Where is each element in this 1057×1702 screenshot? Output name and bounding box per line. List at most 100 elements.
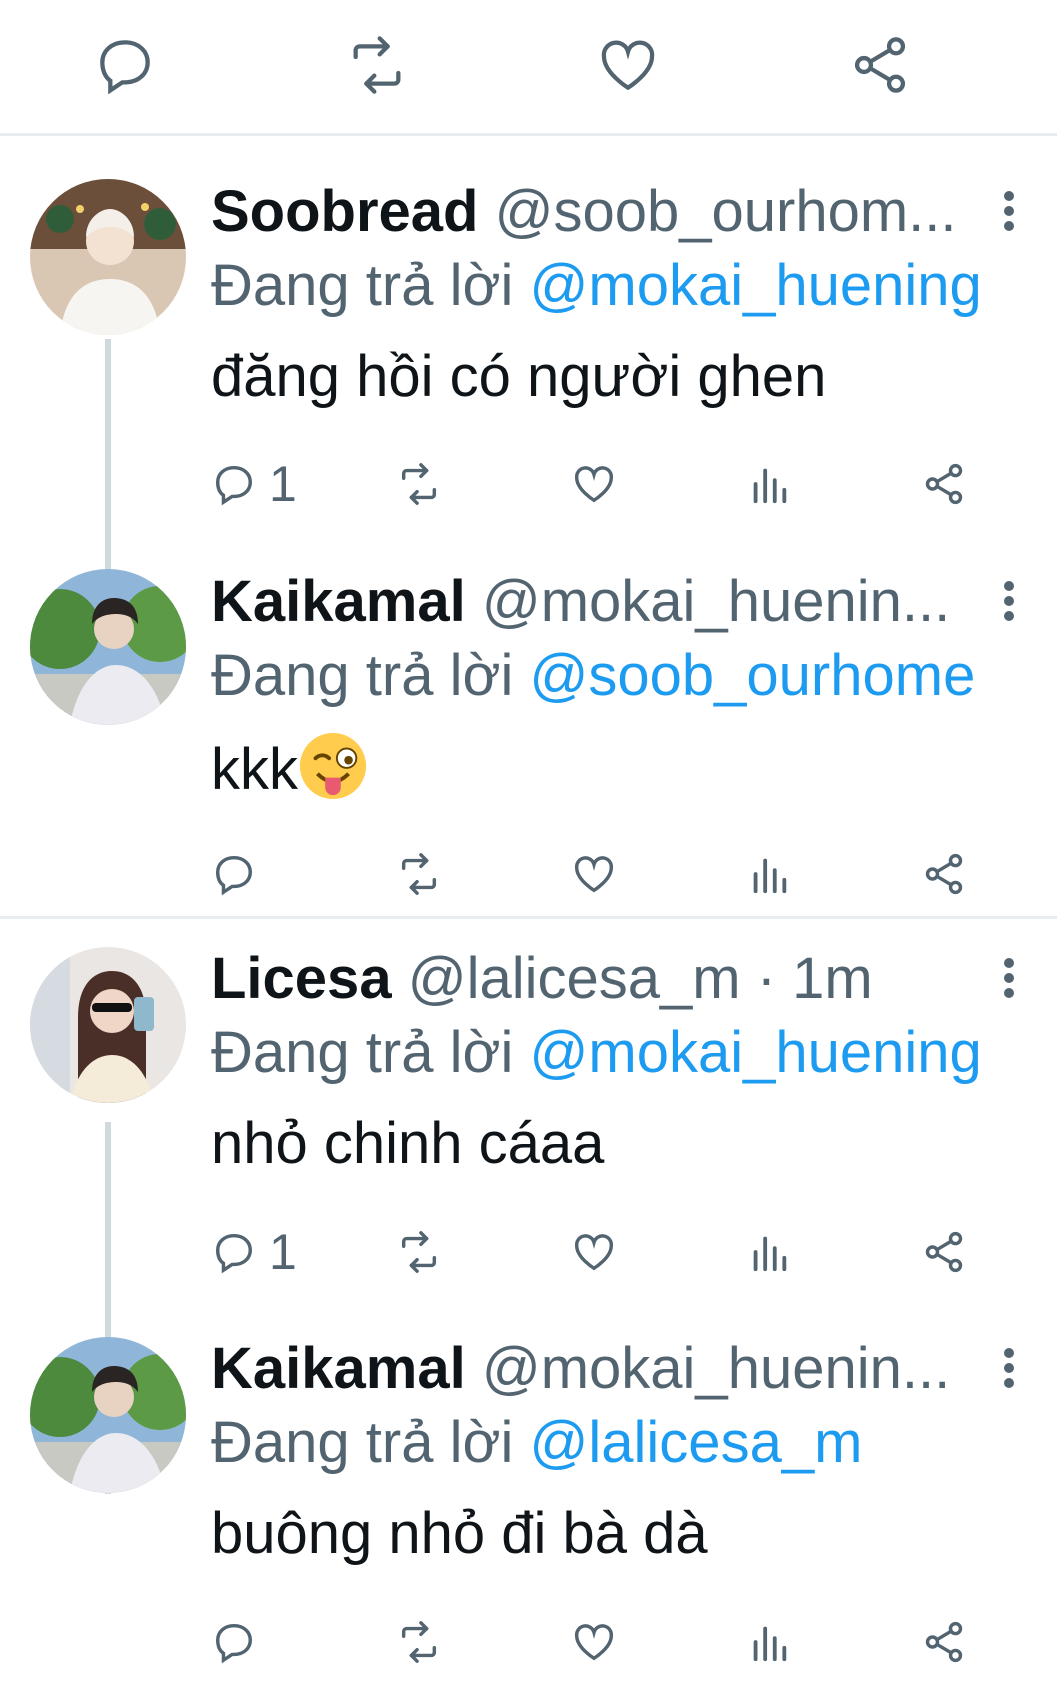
avatar[interactable] [30, 179, 186, 335]
more-options-button[interactable] [999, 958, 1019, 1006]
share-icon [925, 1621, 963, 1663]
reply-button[interactable]: 1 [211, 1222, 297, 1282]
more-dot-icon [1004, 958, 1014, 968]
mention-link[interactable]: @mokai_huening [530, 1020, 982, 1085]
user-handle[interactable]: @lalicesa_m · 1m [408, 946, 873, 1011]
tweet-actions: 1 [211, 1222, 1011, 1282]
like-button[interactable] [571, 1222, 617, 1282]
replying-to: Đang trả lời @mokai_huening [211, 251, 982, 321]
tweet-text: đăng hồi có người ghen [211, 344, 827, 409]
tweet-header: Kaikamal @mokai_huenin... [211, 567, 967, 637]
reply-thread: Soobread @soob_ourhom... Đang trả lời @m… [0, 139, 1057, 919]
retweet-icon [401, 463, 437, 505]
user-handle[interactable]: @mokai_huenin... [482, 569, 950, 634]
user-handle[interactable]: @soob_ourhom... [495, 179, 957, 244]
heart-icon [575, 466, 613, 503]
reply-icon [100, 40, 150, 95]
views-button[interactable] [746, 844, 792, 904]
replying-to-label: Đang trả lời [211, 643, 514, 708]
reply-count: 1 [269, 456, 297, 512]
views-button[interactable] [746, 1612, 792, 1672]
like-button[interactable] [571, 454, 617, 514]
analytics-icon [753, 1236, 787, 1272]
avatar[interactable] [30, 569, 186, 725]
avatar[interactable] [30, 947, 186, 1103]
mention-link[interactable]: @mokai_huening [530, 253, 982, 318]
replying-to: Đang trả lời @lalicesa_m [211, 1408, 862, 1478]
more-options-button[interactable] [999, 191, 1019, 239]
tweet-header: Kaikamal @mokai_huenin... [211, 1334, 967, 1404]
tweet[interactable]: Kaikamal @mokai_huenin... Đang trả lời @… [0, 1312, 1057, 1702]
views-button[interactable] [746, 454, 792, 514]
display-name[interactable]: Licesa [211, 946, 392, 1011]
retweet-button[interactable] [396, 1222, 442, 1282]
retweet-button[interactable] [396, 1612, 442, 1672]
tweet-text: nhỏ chinh cáaa [211, 1111, 605, 1176]
tweet-header: Licesa @lalicesa_m · 1m [211, 944, 967, 1014]
tweet-actions [211, 844, 1011, 904]
tweet-text-content: kkk [211, 737, 298, 802]
parent-tweet-action-bar [0, 0, 1057, 136]
user-handle[interactable]: @mokai_huenin... [482, 1336, 950, 1401]
tweet-text: buông nhỏ đi bà dà [211, 1501, 708, 1566]
heart-icon [575, 856, 613, 893]
analytics-icon [753, 1626, 787, 1662]
tweet[interactable]: Kaikamal @mokai_huenin... Đang trả lời @… [0, 529, 1057, 919]
more-dot-icon [1004, 1348, 1014, 1358]
share-button[interactable] [921, 844, 967, 904]
tweet-actions: 1 [211, 454, 1011, 514]
like-button[interactable] [593, 30, 663, 100]
retweet-icon [401, 853, 437, 895]
reply-icon [215, 855, 253, 896]
tweet-text: kkk [211, 731, 368, 806]
analytics-icon [753, 858, 787, 894]
heart-icon [601, 40, 655, 91]
share-button[interactable] [921, 1222, 967, 1282]
mention-link[interactable]: @soob_ourhome [530, 643, 976, 708]
more-dot-icon [1004, 191, 1014, 201]
reply-icon [215, 1623, 253, 1664]
more-options-button[interactable] [999, 1348, 1019, 1396]
reply-button[interactable] [90, 30, 160, 100]
share-icon [925, 1231, 963, 1273]
heart-icon [575, 1624, 613, 1661]
reply-thread: Licesa @lalicesa_m · 1m Đang trả lời @mo… [0, 922, 1057, 1684]
views-button[interactable] [746, 1222, 792, 1282]
replying-to-label: Đang trả lời [211, 253, 514, 318]
share-icon [925, 853, 963, 895]
reply-icon [215, 1233, 253, 1274]
winking-face-with-tongue-icon [299, 732, 367, 800]
retweet-icon [353, 36, 401, 94]
display-name[interactable]: Soobread [211, 179, 479, 244]
more-dot-icon [1004, 581, 1014, 591]
reply-button[interactable] [211, 1612, 257, 1672]
retweet-button[interactable] [396, 454, 442, 514]
tweet-actions [211, 1612, 1011, 1672]
mention-link[interactable]: @lalicesa_m [530, 1410, 863, 1475]
retweet-button[interactable] [342, 30, 412, 100]
heart-icon [575, 1234, 613, 1271]
avatar[interactable] [30, 1337, 186, 1493]
reply-button[interactable] [211, 844, 257, 904]
reply-button[interactable]: 1 [211, 454, 297, 514]
reply-count: 1 [269, 1224, 297, 1280]
retweet-icon [401, 1621, 437, 1663]
share-button[interactable] [921, 454, 967, 514]
analytics-icon [753, 468, 787, 504]
share-icon [925, 463, 963, 505]
display-name[interactable]: Kaikamal [211, 569, 466, 634]
share-button[interactable] [921, 1612, 967, 1672]
retweet-icon [401, 1231, 437, 1273]
retweet-button[interactable] [396, 844, 442, 904]
tweet[interactable]: Licesa @lalicesa_m · 1m Đang trả lời @mo… [0, 922, 1057, 1312]
replying-to-label: Đang trả lời [211, 1020, 514, 1085]
tweet[interactable]: Soobread @soob_ourhom... Đang trả lời @m… [0, 139, 1057, 529]
more-options-button[interactable] [999, 581, 1019, 629]
like-button[interactable] [571, 844, 617, 904]
share-icon [854, 37, 906, 93]
replying-to-label: Đang trả lời [211, 1410, 514, 1475]
like-button[interactable] [571, 1612, 617, 1672]
display-name[interactable]: Kaikamal [211, 1336, 466, 1401]
share-button[interactable] [845, 30, 915, 100]
replying-to: Đang trả lời @mokai_huening [211, 1018, 982, 1088]
